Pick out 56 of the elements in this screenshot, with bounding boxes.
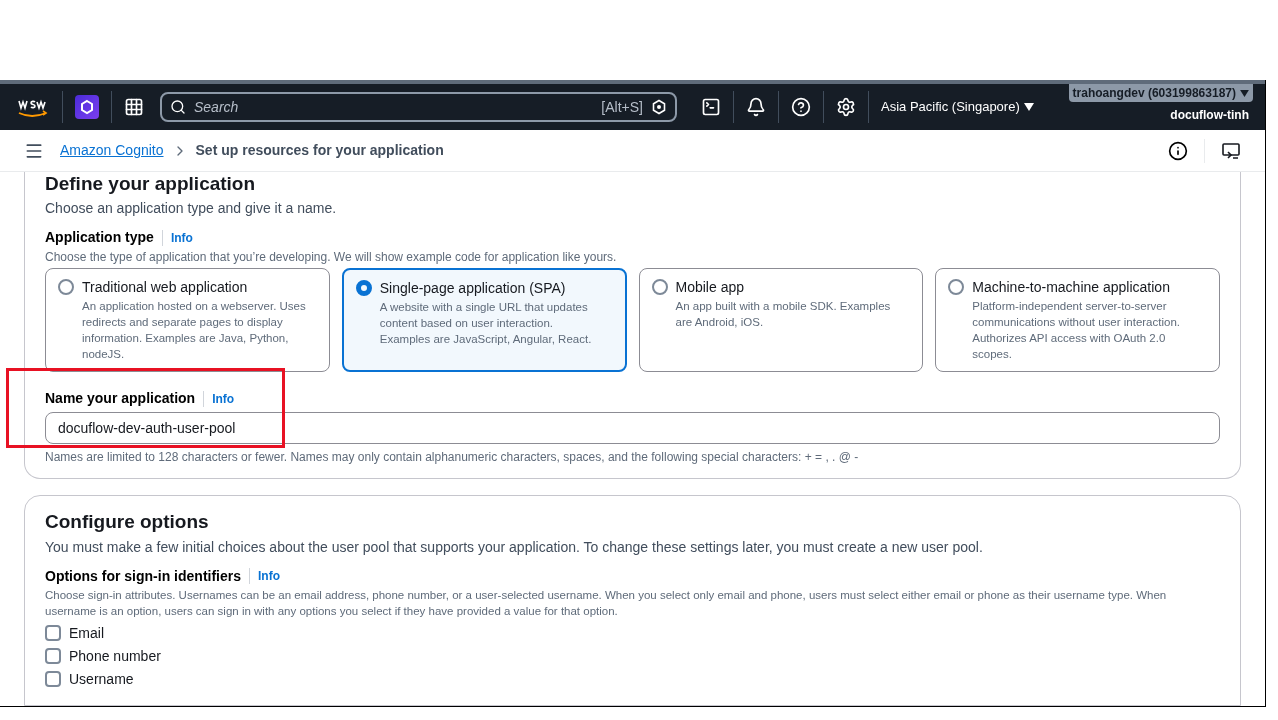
- breadcrumb-current: Set up resources for your application: [195, 141, 444, 160]
- service-logo-icon[interactable]: [75, 95, 99, 119]
- tile-title: Mobile app: [675, 278, 745, 297]
- info-link[interactable]: Info: [258, 567, 280, 585]
- field-label: Options for sign-in identifiers: [45, 566, 241, 586]
- terminal-icon[interactable]: [701, 97, 721, 117]
- tile-description: Platform-independent server-to-server communications without user interaction. Authorizes API access with OAuth 2.0 scopes.: [972, 299, 1181, 362]
- caret-icon: [1240, 89, 1249, 97]
- info-icon[interactable]: [1168, 140, 1188, 161]
- info-link[interactable]: Info: [212, 389, 235, 408]
- search-input[interactable]: Search: [194, 96, 594, 118]
- input-field[interactable]: docuflow-dev-auth-user-pool: [45, 412, 1220, 444]
- help-icon[interactable]: [791, 97, 811, 117]
- application-type-tile[interactable]: Single-page application (SPA) A website with a single URL that updates content based on user interaction. Examples are JavaScript, Angular, React.: [341, 268, 627, 372]
- info-link[interactable]: Info: [170, 228, 193, 247]
- apps-grid-icon[interactable]: [124, 97, 144, 117]
- checkbox[interactable]: [45, 625, 61, 641]
- role-label: docuflow-tinh: [1170, 107, 1249, 124]
- section-title: Configure options: [45, 510, 210, 534]
- radio-button[interactable]: [58, 279, 74, 295]
- field-hint: Names are limited to 128 characters or fewer. Names may only contain alphanumeric characters, spaces, and the following special characters: + = , . @ -: [45, 449, 860, 466]
- tile-description: An app built with a mobile SDK. Examples are Android, iOS.: [675, 299, 892, 330]
- notifications-icon[interactable]: [746, 97, 766, 117]
- application-type-tile[interactable]: Mobile app An app built with a mobile SDK. Examples are Android, iOS.: [638, 268, 924, 372]
- region-selector[interactable]: Asia Pacific (Singapore): [881, 97, 1034, 117]
- field-label: Application type: [45, 228, 154, 247]
- search-field[interactable]: Search [Alt+S]: [160, 92, 677, 122]
- shortcut-label: [Alt+S]: [601, 97, 643, 117]
- section-description: You must make a few initial choices about the user pool that supports your application. To change these settings later, you must create a new user pool.: [45, 537, 984, 557]
- application-type-tile[interactable]: Machine-to-machine application Platform-independent server-to-server communications without user interaction. Authorizes API access with OAuth 2.0 scopes.: [935, 268, 1220, 372]
- feedback-icon[interactable]: [1221, 140, 1241, 161]
- checkbox[interactable]: [45, 671, 61, 687]
- field-description: Choose sign-in attributes. Usernames can be an email address, phone number, or a user-selected username. When you select only email and phone, users must select either email or phone as their username type. When username is an option, users can sign in with any options you select if they have provided a value for that option.: [45, 587, 1168, 619]
- field-description: Choose the type of application that you’re developing. We will show example code for application like yours.: [45, 249, 618, 266]
- checkbox-label: Email: [69, 623, 104, 643]
- tile-title: Traditional web application: [82, 278, 249, 297]
- radio-button[interactable]: [355, 280, 372, 296]
- search-icon: [170, 99, 186, 115]
- tile-title: Machine-to-machine application: [972, 278, 1171, 297]
- tile-title: Single-page application (SPA): [379, 279, 567, 298]
- tile-description: An application hosted on a webserver. Uses redirects and separate pages to display information. Examples are Java, Python, nodeJS.: [82, 299, 307, 362]
- caret-icon: [1023, 103, 1034, 111]
- checkbox-label: Username: [69, 669, 134, 689]
- checkbox[interactable]: [45, 648, 61, 664]
- settings-icon[interactable]: [836, 97, 856, 117]
- application-type-tile[interactable]: Traditional web application An application hosted on a webserver. Uses redirects and separate pages to display information. Examples are Java, Python, nodeJS.: [45, 268, 330, 372]
- breadcrumb-link[interactable]: Amazon Cognito: [60, 140, 164, 161]
- tile-description: A website with a single URL that updates content based on user interaction. Examples are JavaScript, Angular, React.: [379, 300, 593, 347]
- field-label: Name your application: [45, 389, 196, 408]
- account-menu[interactable]: trahoangdev (603199863187): [1068, 84, 1253, 102]
- hexagon-icon: [651, 99, 667, 115]
- section-title: Define your application: [45, 172, 257, 196]
- checkbox-label: Phone number: [69, 646, 161, 666]
- radio-button[interactable]: [651, 279, 668, 295]
- radio-button[interactable]: [948, 279, 965, 295]
- section-description: Choose an application type and give it a name.: [45, 199, 338, 218]
